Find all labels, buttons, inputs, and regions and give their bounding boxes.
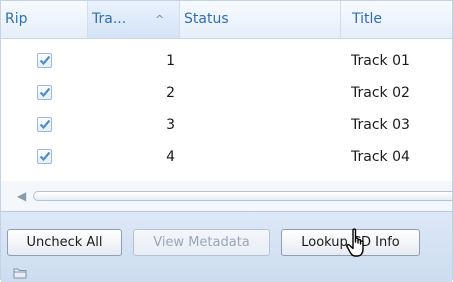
checkmark-icon (39, 151, 51, 162)
checkmark-icon (39, 87, 51, 98)
track-title: Track 01 (351, 53, 410, 69)
checkmark-icon (39, 119, 51, 130)
rip-checkbox[interactable] (37, 117, 52, 132)
track-row[interactable]: 4 Track 04 (1, 141, 452, 173)
track-title: Track 02 (351, 85, 410, 101)
column-header-rip[interactable]: Rip (1, 1, 87, 38)
hand-pointer-cursor-icon (346, 228, 364, 257)
track-title: Track 04 (351, 149, 410, 165)
bottom-toolbar: Uncheck All View Metadata Lookup CD Info (1, 211, 452, 282)
uncheck-all-button[interactable]: Uncheck All (7, 229, 122, 256)
column-header-track-label: Tra... (92, 11, 127, 27)
track-number: 3 (166, 117, 175, 133)
track-row[interactable]: 2 Track 02 (1, 77, 452, 109)
column-header-status[interactable]: Status (179, 1, 340, 38)
column-header-bar: Rip Tra... ^ Status Title (1, 1, 452, 39)
track-title: Track 03 (351, 117, 410, 133)
horizontal-scrollbar[interactable]: ◀ (1, 181, 452, 211)
track-number: 2 (166, 85, 175, 101)
track-list: 1 Track 01 2 Track 02 3 Track 03 4 Track… (1, 45, 452, 173)
checkmark-icon (39, 55, 51, 66)
column-header-track[interactable]: Tra... ^ (87, 1, 179, 38)
track-number: 1 (166, 53, 175, 69)
track-row[interactable]: 1 Track 01 (1, 45, 452, 77)
sort-ascending-icon: ^ (155, 13, 165, 26)
rip-checkbox[interactable] (37, 85, 52, 100)
track-number: 4 (166, 149, 175, 165)
column-header-title[interactable]: Title (340, 1, 452, 38)
track-row[interactable]: 3 Track 03 (1, 109, 452, 141)
scroll-left-icon[interactable]: ◀ (17, 189, 26, 203)
view-metadata-button[interactable]: View Metadata (133, 229, 270, 256)
rip-checkbox[interactable] (37, 149, 52, 164)
folder-icon[interactable] (13, 267, 27, 279)
scrollbar-thumb[interactable] (33, 191, 452, 201)
rip-checkbox[interactable] (37, 53, 52, 68)
rip-track-list-panel: Rip Tra... ^ Status Title 1 Track 01 2 T… (0, 0, 453, 282)
